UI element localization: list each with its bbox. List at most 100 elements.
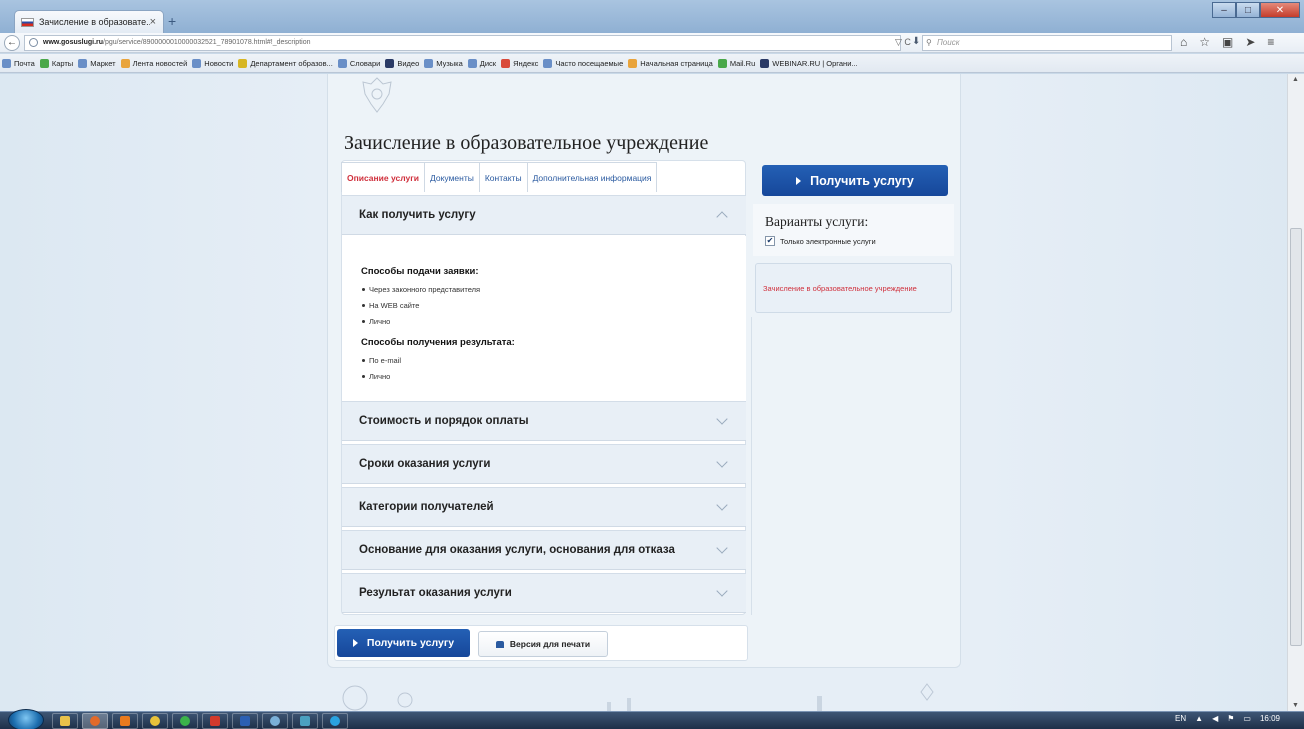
search-input[interactable]: ⚲ Поиск (922, 35, 1172, 51)
electronic-only-checkbox[interactable]: ✔ Только электронные услуги (765, 236, 876, 246)
bookmark-item[interactable]: Новости (192, 58, 234, 68)
get-service-label: Получить услугу (366, 637, 455, 649)
list-item: Лично (361, 315, 746, 331)
browser-tab[interactable]: Зачисление в образовате... × (14, 10, 164, 33)
explorer-taskbar-icon[interactable] (52, 713, 78, 729)
bookmark-label: Почта (14, 58, 35, 68)
bookmark-label: Департамент образов... (250, 58, 333, 68)
print-version-button[interactable]: Версия для печати (478, 631, 608, 657)
bookmark-label: Карты (51, 58, 74, 68)
media-taskbar-icon[interactable] (112, 713, 138, 729)
accordion-recipients[interactable]: Категории получателей (342, 487, 746, 527)
app-taskbar-icon[interactable] (262, 713, 288, 729)
bookmark-item[interactable]: Часто посещаемые (543, 58, 623, 68)
pdf-taskbar-icon[interactable] (202, 713, 228, 729)
address-bar[interactable]: www.gosuslugi.ru/pgu/service/89000000100… (24, 35, 901, 51)
bookmark-label: Новости (204, 58, 234, 68)
scroll-up-icon[interactable]: ▲ (1292, 76, 1299, 83)
search-icon: ⚲ (926, 38, 932, 47)
get-service-button[interactable]: Получить услугу (762, 165, 948, 196)
bookmark-star-icon[interactable]: ☆ (1199, 35, 1210, 49)
bullet-list: По e-mail Лично (361, 354, 746, 386)
close-tab-icon[interactable]: × (150, 16, 156, 28)
start-button[interactable] (8, 709, 44, 729)
chrome-taskbar-icon[interactable] (142, 713, 168, 729)
action-center-flag-icon[interactable]: ⚑ (1227, 714, 1234, 723)
tray-expand-icon[interactable]: ▲ (1195, 714, 1203, 723)
right-column-filler (751, 317, 954, 615)
firefox-taskbar-icon[interactable] (82, 713, 108, 729)
scroll-thumb[interactable] (1290, 228, 1302, 646)
checkbox-checked-icon[interactable]: ✔ (765, 236, 775, 246)
word-taskbar-icon[interactable] (232, 713, 258, 729)
skype-taskbar-icon[interactable] (322, 713, 348, 729)
windows-taskbar: EN ▲ ◀ ⚑ ▭ 16:09 (0, 709, 1304, 729)
bookmark-icon (337, 58, 347, 68)
send-icon[interactable]: ➤ (1245, 35, 1255, 49)
network-icon[interactable]: ▭ (1243, 714, 1251, 723)
bookmark-item[interactable]: Лента новостей (120, 58, 188, 68)
bookmark-icon (192, 58, 202, 68)
home-icon[interactable]: ⌂ (1180, 35, 1187, 49)
bookmark-item[interactable]: Видео (385, 58, 420, 68)
variant-item[interactable]: Зачисление в образовательное учреждение (755, 263, 952, 313)
bookmarks-bar: Почта Карты Маркет Лента новостей Новости Деп… (0, 54, 1304, 73)
language-indicator[interactable]: EN (1175, 714, 1186, 723)
vertical-scrollbar[interactable]: ▲ ▼ (1287, 74, 1304, 711)
bookmark-icon (760, 58, 770, 68)
bookmark-label: Mail.Ru (729, 58, 756, 68)
bookmark-label: Музыка (436, 58, 463, 68)
accordion-title: Как получить услугу (359, 209, 476, 221)
reload-button[interactable]: ▽ C (895, 37, 911, 48)
url-path: /pgu/service/8900000010000032521_7890107… (103, 39, 311, 46)
chevron-down-icon (716, 413, 728, 425)
clock[interactable]: 16:09 (1260, 714, 1280, 723)
back-button[interactable]: ← (4, 35, 20, 51)
play-arrow-icon (352, 639, 358, 647)
download-icon[interactable]: ⬇ (912, 36, 920, 47)
app-green-taskbar-icon[interactable] (172, 713, 198, 729)
bookmark-item[interactable]: Диск (467, 58, 496, 68)
chevron-up-icon (716, 211, 728, 223)
accordion-result[interactable]: Результат оказания услуги (342, 573, 746, 613)
coat-of-arms-icon (362, 77, 392, 113)
bookmark-item[interactable]: Карты (39, 58, 74, 68)
new-tab-button[interactable]: + (168, 13, 176, 29)
tab-title: Зачисление в образовате... (39, 17, 150, 27)
bookmark-item[interactable]: Mail.Ru (717, 58, 756, 68)
tab-additional-info[interactable]: Дополнительная информация (526, 162, 658, 192)
menu-icon[interactable]: ≡ (1267, 35, 1274, 49)
close-window-button[interactable]: ✕ (1260, 2, 1300, 18)
url-host: www.gosuslugi.ru (43, 39, 104, 46)
bookmark-item[interactable]: Словари (337, 58, 380, 68)
bookmark-item[interactable]: Начальная страница (628, 58, 713, 68)
bookmark-item[interactable]: Яндекс (501, 58, 538, 68)
calc-taskbar-icon[interactable] (292, 713, 318, 729)
accordion-cost[interactable]: Стоимость и порядок оплаты (342, 401, 746, 441)
accordion-grounds[interactable]: Основание для оказания услуги, основания… (342, 530, 746, 570)
bookmark-icon (717, 58, 727, 68)
bookmark-label: Лента новостей (132, 58, 188, 68)
bookmarks-menu-icon[interactable]: ▣ (1222, 35, 1233, 49)
scroll-down-icon[interactable]: ▼ (1292, 702, 1299, 709)
tab-contacts[interactable]: Контакты (478, 162, 528, 192)
page-viewport: Зачисление в образовательное учреждение … (0, 74, 1304, 711)
maximize-button[interactable]: □ (1236, 2, 1260, 18)
service-tabs: Описание услуги Документы Контакты Допол… (341, 162, 658, 194)
bookmark-item[interactable]: Почта (2, 58, 35, 68)
section-heading: Способы подачи заявки: (361, 266, 479, 277)
volume-icon[interactable]: ◀ (1212, 714, 1218, 723)
section-heading: Способы получения результата: (361, 337, 515, 348)
get-service-button-bottom[interactable]: Получить услугу (337, 629, 470, 657)
accordion-deadlines[interactable]: Сроки оказания услуги (342, 444, 746, 484)
bookmark-label: Видео (397, 58, 420, 68)
tab-documents[interactable]: Документы (424, 162, 480, 192)
accordion-how-to-get[interactable]: Как получить услугу (342, 195, 746, 235)
tab-description[interactable]: Описание услуги (341, 162, 426, 192)
bookmark-item[interactable]: Департамент образов... (238, 58, 333, 68)
navigation-bar: ← www.gosuslugi.ru/pgu/service/890000001… (0, 33, 1304, 53)
bookmark-item[interactable]: Маркет (78, 58, 116, 68)
minimize-button[interactable]: – (1212, 2, 1236, 18)
bookmark-item[interactable]: Музыка (424, 58, 463, 68)
bookmark-item[interactable]: WEBINAR.RU | Органи... (760, 58, 858, 68)
